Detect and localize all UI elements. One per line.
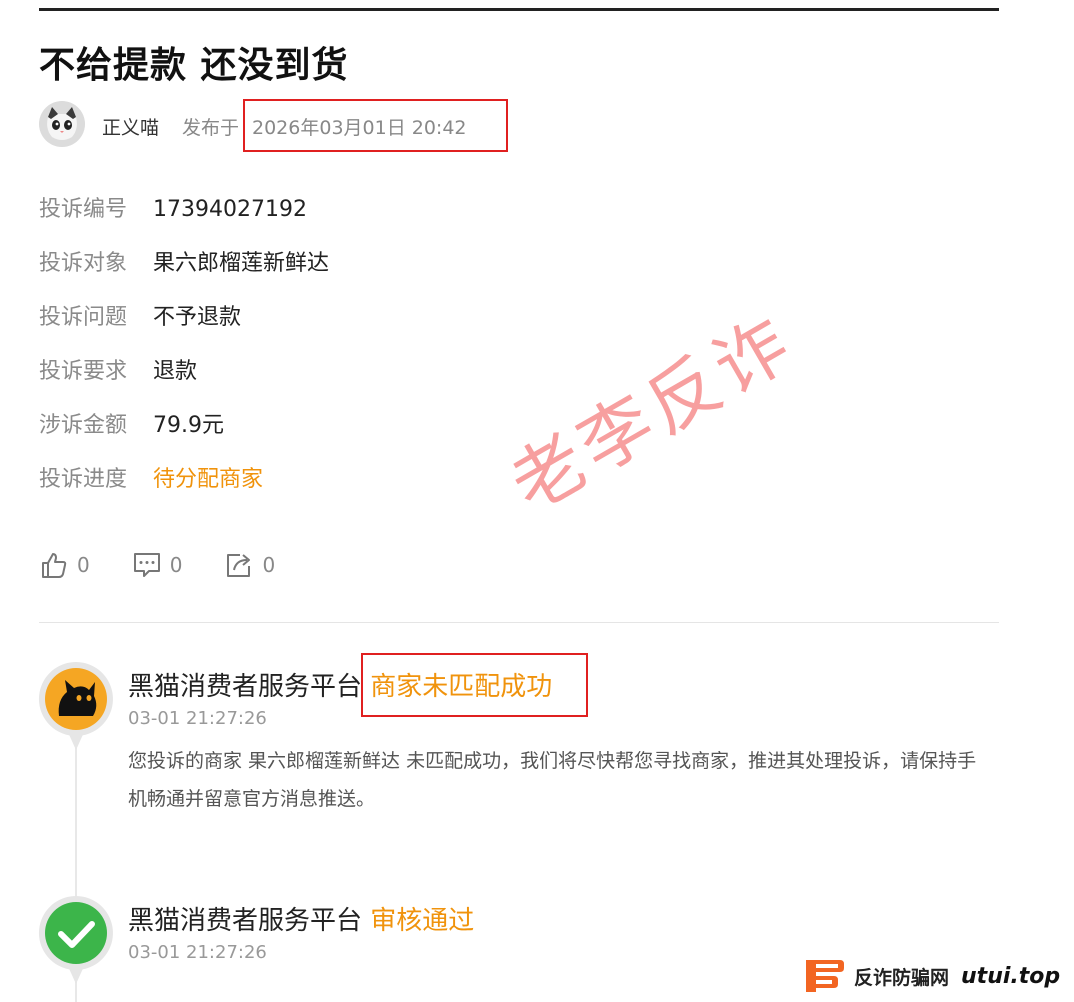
complaint-info: 投诉编号 17394027192 投诉对象 果六郎榴莲新鲜达 投诉问题 不予退款… bbox=[39, 192, 329, 516]
share-count: 0 bbox=[262, 553, 276, 577]
comment-button[interactable]: 0 bbox=[132, 550, 183, 580]
complaint-target-value[interactable]: 果六郎榴莲新鲜达 bbox=[153, 246, 329, 300]
timeline-description: 您投诉的商家 果六郎榴莲新鲜达 未匹配成功，我们将尽快帮您寻找商家，推进其处理投… bbox=[128, 750, 977, 810]
cat-avatar-icon bbox=[39, 101, 85, 147]
info-row-progress: 投诉进度 待分配商家 bbox=[39, 462, 329, 516]
complaint-id-value: 17394027192 bbox=[153, 197, 307, 222]
info-label: 投诉问题 bbox=[39, 305, 128, 330]
share-button[interactable]: 0 bbox=[224, 550, 275, 580]
watermark-text: 老李反诈 bbox=[496, 298, 809, 528]
timeline-time: 03-01 21:27:26 bbox=[128, 942, 267, 963]
complaint-issue-value: 不予退款 bbox=[153, 305, 242, 330]
author-avatar[interactable] bbox=[39, 101, 85, 147]
timeline-node-check bbox=[37, 894, 115, 986]
timeline-source: 黑猫消费者服务平台 bbox=[128, 672, 363, 702]
info-label: 投诉编号 bbox=[39, 197, 128, 222]
info-row-issue: 投诉问题 不予退款 bbox=[39, 300, 329, 354]
timeline-source: 黑猫消费者服务平台 bbox=[128, 906, 363, 936]
timeline-entry-title: 黑猫消费者服务平台 审核通过 bbox=[128, 900, 474, 937]
info-label: 投诉进度 bbox=[39, 467, 128, 492]
thumbs-up-icon bbox=[42, 553, 67, 578]
complaint-amount-value: 79.9元 bbox=[153, 413, 224, 438]
top-divider bbox=[39, 8, 999, 11]
info-row-id: 投诉编号 17394027192 bbox=[39, 192, 329, 246]
check-circle-icon bbox=[38, 896, 113, 984]
highlight-box-date bbox=[243, 99, 508, 152]
page-title: 不给提款 还没到货 bbox=[39, 45, 349, 86]
brand-logo-icon bbox=[806, 960, 844, 992]
highlight-box-status bbox=[361, 653, 588, 717]
info-row-amount: 涉诉金额 79.9元 bbox=[39, 408, 329, 462]
info-row-target: 投诉对象 果六郎榴莲新鲜达 bbox=[39, 246, 329, 300]
timeline-time: 03-01 21:27:26 bbox=[128, 708, 267, 729]
comment-icon bbox=[133, 553, 160, 577]
info-row-request: 投诉要求 退款 bbox=[39, 354, 329, 408]
brand-name: 反诈防骗网 bbox=[854, 966, 950, 989]
black-cat-logo-icon bbox=[38, 662, 113, 750]
timeline-status: 审核通过 bbox=[370, 906, 475, 936]
info-label: 投诉对象 bbox=[39, 251, 128, 276]
section-divider bbox=[39, 622, 999, 623]
complaint-progress-value: 待分配商家 bbox=[153, 467, 264, 492]
author-name[interactable]: 正义喵 bbox=[102, 113, 159, 140]
brand-url[interactable]: utui.top bbox=[961, 964, 1060, 989]
info-label: 涉诉金额 bbox=[39, 413, 128, 438]
complaint-request-value: 退款 bbox=[153, 359, 198, 384]
like-button[interactable]: 0 bbox=[39, 550, 90, 580]
share-icon bbox=[227, 554, 251, 577]
comment-count: 0 bbox=[169, 553, 183, 577]
action-bar: 0 0 0 bbox=[39, 550, 317, 580]
timeline-node-avatar bbox=[37, 660, 115, 752]
publish-label: 发布于 bbox=[182, 117, 240, 139]
brand-footer[interactable]: 反诈防骗网 utui.top bbox=[804, 958, 1060, 994]
info-label: 投诉要求 bbox=[39, 359, 128, 384]
like-count: 0 bbox=[77, 553, 90, 577]
